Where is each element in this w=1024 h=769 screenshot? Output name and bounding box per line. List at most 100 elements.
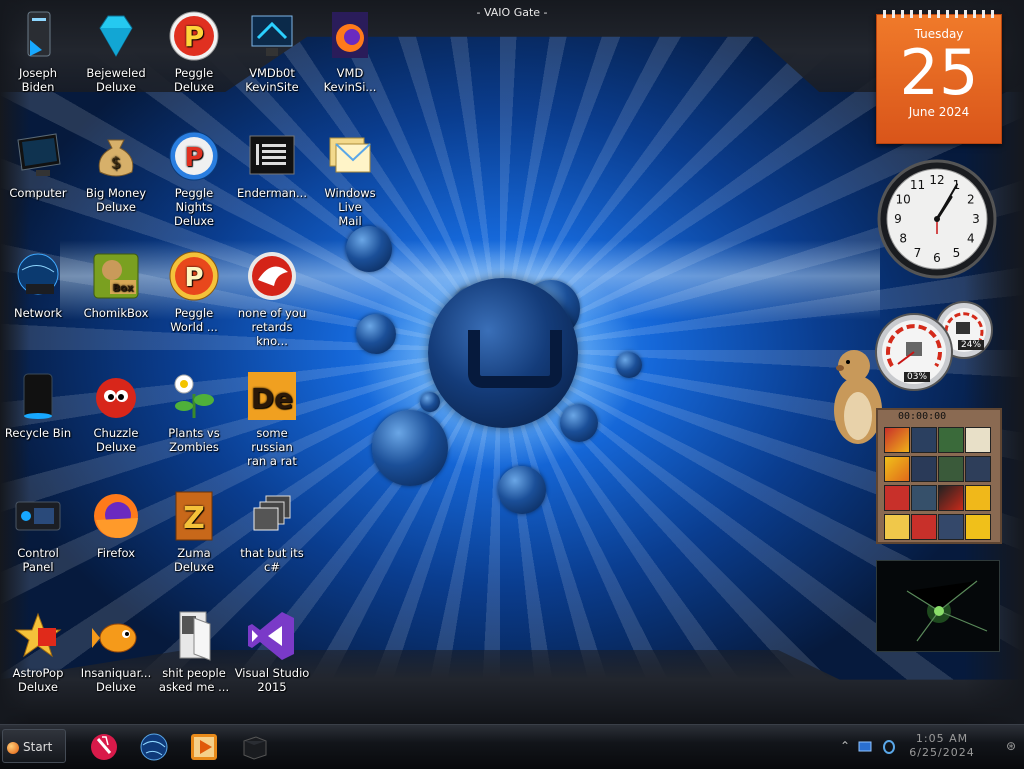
desktop-icon-windows-live-mail[interactable]: Windows Live Mail bbox=[312, 130, 388, 228]
clock-numeral: 10 bbox=[896, 193, 911, 207]
puzzle-tile[interactable] bbox=[938, 427, 964, 453]
desktop-icon-peggle-deluxe[interactable]: P Peggle Deluxe bbox=[156, 10, 232, 94]
puzzle-timer: 00:00:00 bbox=[898, 411, 947, 422]
peggle-p-icon: P bbox=[168, 10, 220, 62]
clock-numeral: 5 bbox=[953, 246, 961, 260]
puzzle-tile[interactable] bbox=[884, 485, 910, 511]
clock-gadget[interactable]: 121234567891011 bbox=[876, 158, 998, 280]
desktop-icon-zuma-deluxe[interactable]: Z Zuma Deluxe bbox=[156, 490, 232, 574]
chevron-up-icon[interactable]: ⌃ bbox=[838, 739, 852, 753]
calendar-gadget[interactable]: Tuesday 25 June 2024 bbox=[876, 10, 1002, 144]
desktop-icon-none-of-you[interactable]: none of you retards kno... bbox=[234, 250, 310, 348]
puzzle-tile[interactable] bbox=[911, 514, 937, 540]
media-player-icon[interactable] bbox=[188, 731, 220, 763]
wallpaper-logo-mark bbox=[468, 330, 562, 388]
svg-text:P: P bbox=[184, 143, 203, 173]
desktop-icon-label: VMD KevinSi... bbox=[323, 66, 377, 94]
desktop-icon-label: Firefox bbox=[96, 546, 136, 560]
desktop-icon-that-but-its-csharp[interactable]: that but its c# bbox=[234, 490, 310, 574]
puzzle-tile[interactable] bbox=[911, 485, 937, 511]
monitor-tray-icon[interactable] bbox=[858, 739, 872, 753]
desktop-icon-label: some russian ran a rat bbox=[247, 426, 297, 468]
goldfish-icon bbox=[90, 610, 142, 662]
puzzle-tile[interactable] bbox=[884, 456, 910, 482]
desktop-icon-enderman[interactable]: Enderman... bbox=[234, 130, 310, 200]
cube-icon[interactable] bbox=[238, 731, 270, 763]
desktop-icon-chomikbox[interactable]: Box ChomikBox bbox=[78, 250, 154, 320]
desktop-icon-label: none of you retards kno... bbox=[237, 306, 307, 348]
taskbar-clock[interactable]: 1:05 AM 6/25/2024 bbox=[892, 732, 992, 760]
desktop-icon-some-russian[interactable]: De some russian ran a rat bbox=[234, 370, 310, 468]
puzzle-tile[interactable] bbox=[884, 427, 910, 453]
desktop-icon-label: VMDb0t KevinSite bbox=[245, 66, 299, 94]
svg-text:Box: Box bbox=[113, 283, 134, 294]
desktop-icon-firefox[interactable]: Firefox bbox=[78, 490, 154, 560]
desktop-icon-vmdb0t[interactable]: VMDb0t KevinSite bbox=[234, 10, 310, 94]
puzzle-tile[interactable] bbox=[965, 456, 991, 482]
money-bag-icon: $ bbox=[90, 130, 142, 182]
desktop-icon-big-money[interactable]: $ Big Money Deluxe bbox=[78, 130, 154, 214]
puzzle-tile[interactable] bbox=[965, 427, 991, 453]
clock-numeral: 12 bbox=[929, 173, 944, 187]
desktop-icon-label: Chuzzle Deluxe bbox=[93, 426, 139, 454]
desktop-icon-chuzzle[interactable]: Chuzzle Deluxe bbox=[78, 370, 154, 454]
puzzle-gadget[interactable]: 00:00:00 bbox=[876, 408, 1002, 544]
desktop-icon-computer[interactable]: Computer bbox=[0, 130, 76, 200]
show-desktop-icon[interactable]: ⊛ bbox=[1006, 739, 1016, 753]
puzzle-tile[interactable] bbox=[911, 427, 937, 453]
desktop-icon-insaniquarium[interactable]: Insaniquar... Deluxe bbox=[78, 610, 154, 694]
desktop-icon-peggle-nights[interactable]: P Peggle Nights Deluxe bbox=[156, 130, 232, 228]
de-logo-icon: De bbox=[246, 370, 298, 422]
desktop-icon-joseph-biden[interactable]: Joseph Biden bbox=[0, 10, 76, 94]
taskbar: Start ⌃ 1:05 AM 6/25/2024 ⊛ bbox=[0, 724, 1024, 769]
wallpaper-bubble bbox=[420, 392, 440, 412]
puzzle-tile[interactable] bbox=[911, 456, 937, 482]
svg-text:P: P bbox=[184, 20, 205, 53]
cpu-meter-gadget[interactable]: 03% 24% bbox=[874, 300, 1000, 392]
pen-paint-icon[interactable] bbox=[88, 731, 120, 763]
peggle-world-icon: P bbox=[168, 250, 220, 302]
ram-usage-label: 24% bbox=[958, 340, 985, 350]
wallpaper-bubble bbox=[356, 314, 396, 354]
start-orb-icon bbox=[7, 741, 19, 754]
desktop-icon-recycle-bin[interactable]: Recycle Bin bbox=[0, 370, 76, 440]
globe-icon[interactable] bbox=[138, 731, 170, 763]
puzzle-tile[interactable] bbox=[938, 456, 964, 482]
desktop-icon-label: Windows Live Mail bbox=[324, 186, 376, 228]
puzzle-tile[interactable] bbox=[884, 514, 910, 540]
wallpaper-bubble bbox=[372, 410, 448, 486]
visual-studio-icon bbox=[246, 610, 298, 662]
clock-numeral: 4 bbox=[967, 232, 975, 246]
desktop-icon-shit-people-asked[interactable]: shit people asked me ... bbox=[156, 610, 232, 694]
calendar-rings bbox=[883, 10, 995, 18]
desktop-icon-label: Peggle World ... bbox=[170, 306, 218, 334]
desktop-icon-label: Zuma Deluxe bbox=[174, 546, 214, 574]
desktop-icon-network[interactable]: Network bbox=[0, 250, 76, 320]
red-creature-icon bbox=[246, 250, 298, 302]
puzzle-tile[interactable] bbox=[938, 485, 964, 511]
desktop-icon-label: Joseph Biden bbox=[18, 66, 58, 94]
vm-monitor-icon bbox=[246, 10, 298, 62]
puzzle-tile[interactable] bbox=[938, 514, 964, 540]
image-slideshow-gadget[interactable] bbox=[876, 560, 1000, 652]
desktop-icon-peggle-world[interactable]: P Peggle World ... bbox=[156, 250, 232, 334]
recycle-bin-icon bbox=[12, 370, 64, 422]
wallpaper-bubble bbox=[560, 404, 598, 442]
control-panel-icon bbox=[12, 490, 64, 542]
desktop-icon-vmd-kevinsite[interactable]: VMD KevinSi... bbox=[312, 10, 388, 94]
desktop-icon-astropop[interactable]: AstroPop Deluxe bbox=[0, 610, 76, 694]
desktop-icon-control-panel[interactable]: Control Panel bbox=[0, 490, 76, 574]
desktop-icon-bejeweled[interactable]: Bejeweled Deluxe bbox=[78, 10, 154, 94]
puzzle-tile[interactable] bbox=[965, 514, 991, 540]
calendar-day: 25 bbox=[899, 36, 979, 109]
puzzle-tile[interactable] bbox=[965, 485, 991, 511]
chuzzle-icon bbox=[90, 370, 142, 422]
monitor-icon bbox=[12, 130, 64, 182]
desktop-icon-label: AstroPop Deluxe bbox=[12, 666, 64, 694]
start-button[interactable]: Start bbox=[2, 729, 66, 763]
clock-numeral: 7 bbox=[914, 246, 922, 260]
desktop-icon-visual-studio[interactable]: Visual Studio 2015 bbox=[234, 610, 310, 694]
desktop-icon-plants-vs-zombies[interactable]: Plants vs Zombies bbox=[156, 370, 232, 454]
hamster-box-icon: Box bbox=[90, 250, 142, 302]
desktop-icon-label: Peggle Deluxe bbox=[174, 66, 214, 94]
